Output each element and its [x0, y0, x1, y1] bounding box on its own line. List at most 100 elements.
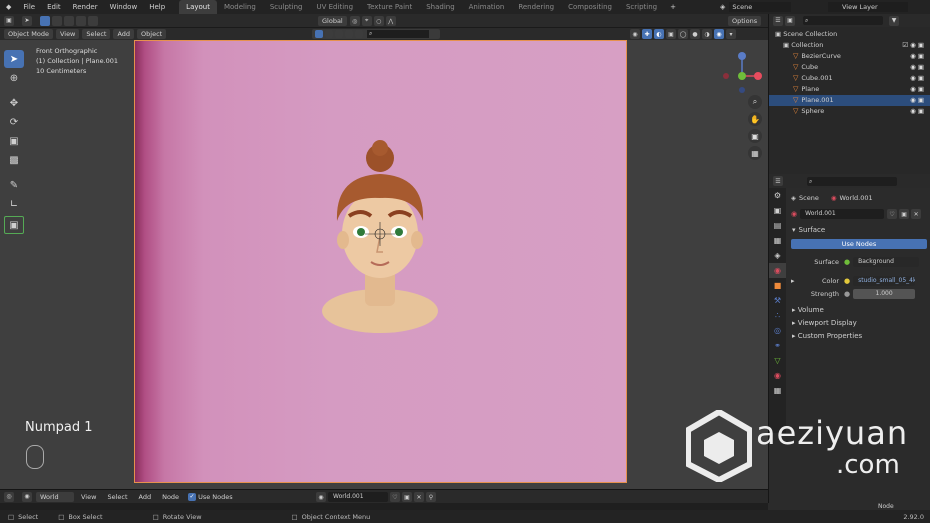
shader-type-icon[interactable]: ◉	[22, 491, 32, 502]
shader-editor-icon[interactable]: ◎	[4, 491, 14, 502]
falloff-icon[interactable]: ⋀	[385, 16, 396, 26]
tab-scripting[interactable]: Scripting	[619, 0, 664, 14]
properties-search-icon[interactable]: ⌕	[807, 176, 897, 186]
perspective-grid-icon[interactable]: ▦	[748, 146, 762, 160]
outliner-item-cube[interactable]: ▽ Cube ◉ ▣	[769, 62, 930, 73]
annotate-tool-icon[interactable]: ✎	[4, 176, 24, 194]
pivot-point-icon[interactable]: ◎	[349, 16, 360, 26]
select-mode-new-icon[interactable]	[40, 15, 50, 26]
visibility-icons[interactable]: ◉ ▣	[910, 95, 924, 106]
outliner-item-cube-001[interactable]: ▽ Cube.001 ◉ ▣	[769, 73, 930, 84]
custom-properties-section-header[interactable]: ▸ Custom Properties	[787, 330, 930, 343]
scene-tab-icon[interactable]: ◈	[769, 248, 786, 263]
volume-section-header[interactable]: ▸ Volume	[787, 304, 930, 317]
overlay-toggle-icon[interactable]: ◐	[654, 29, 664, 39]
visibility-icon[interactable]: ◉	[630, 29, 640, 39]
camera-view-icon[interactable]: ▣	[748, 129, 762, 143]
visibility-icons[interactable]: ◉ ▣	[910, 62, 924, 73]
select-mode-invert-icon[interactable]	[76, 15, 86, 26]
color-texture-field[interactable]: studio_small_05_4k...	[853, 276, 916, 286]
filter-light-icon[interactable]	[335, 30, 343, 38]
tool-tab-icon[interactable]: ⚙	[769, 188, 786, 203]
node-select-menu[interactable]: Select	[103, 492, 131, 502]
filter-icon[interactable]: ▼	[889, 15, 899, 26]
fake-user-icon[interactable]: ♡	[887, 209, 898, 219]
unlink-icon[interactable]: ✕	[414, 492, 424, 502]
select-mode-extend-icon[interactable]	[52, 15, 62, 26]
add-cube-tool-icon[interactable]: ▣	[4, 216, 24, 234]
tab-animation[interactable]: Animation	[462, 0, 512, 14]
constraints-tab-icon[interactable]: ⚭	[769, 338, 786, 353]
proportional-edit-icon[interactable]: ○	[373, 16, 384, 26]
viewport-filter-bar[interactable]: ⌕	[312, 29, 440, 39]
filter-mesh-icon[interactable]	[325, 30, 333, 38]
scene-name[interactable]: Scene	[729, 2, 792, 12]
display-mode-icon[interactable]: ▣	[785, 15, 795, 26]
outliner-item-beziercurve[interactable]: ▽ BezierCurve ◉ ▣	[769, 51, 930, 62]
texture-tab-icon[interactable]: ▦	[769, 383, 786, 398]
properties-editor-icon[interactable]: ☰	[773, 176, 783, 186]
add-workspace-button[interactable]: +	[664, 0, 682, 14]
collection-visibility-icons[interactable]: ☑ ◉ ▣	[902, 40, 924, 51]
node-menu[interactable]: Node	[158, 492, 183, 502]
world-datablock-field[interactable]: World.001	[800, 209, 885, 219]
navigation-gizmo[interactable]	[720, 46, 764, 94]
material-tab-icon[interactable]: ◉	[769, 368, 786, 383]
scale-tool-icon[interactable]: ▣	[4, 132, 24, 150]
menu-window[interactable]: Window	[104, 0, 144, 14]
gizmo-toggle-icon[interactable]: ✚	[642, 29, 652, 39]
filter-other-icon[interactable]	[355, 30, 363, 38]
select-mode-subtract-icon[interactable]	[64, 15, 74, 26]
transform-tool-icon[interactable]: ▩	[4, 151, 24, 169]
viewport-display-section-header[interactable]: ▸ Viewport Display	[787, 317, 930, 330]
scene-collection-row[interactable]: ▣ Scene Collection	[769, 29, 930, 40]
outliner-item-plane-001[interactable]: ▽ Plane.001 ◉ ▣	[769, 95, 930, 106]
filter-object-icon[interactable]	[315, 30, 323, 38]
visibility-icons[interactable]: ◉ ▣	[910, 73, 924, 84]
object-tab-icon[interactable]: ■	[769, 278, 786, 293]
menu-edit[interactable]: Edit	[41, 0, 67, 14]
shading-wireframe-icon[interactable]: ◯	[678, 29, 688, 39]
3d-viewport[interactable]: ➤ ⊕ ✥ ⟳ ▣ ▩ ✎ ∟ ▣ Front Orthographic (1)…	[0, 40, 768, 489]
outliner-editor-icon[interactable]: ☰	[773, 15, 783, 26]
node-sidebar-label[interactable]: Node	[878, 503, 894, 510]
tab-rendering[interactable]: Rendering	[511, 0, 561, 14]
add-menu[interactable]: Add	[113, 29, 135, 39]
measure-tool-icon[interactable]: ∟	[4, 195, 24, 213]
tab-layout[interactable]: Layout	[179, 0, 217, 14]
tab-texture-paint[interactable]: Texture Paint	[360, 0, 419, 14]
cursor-tool-icon[interactable]: ⊕	[4, 69, 24, 87]
visibility-icons[interactable]: ◉ ▣	[910, 84, 924, 95]
pin-icon[interactable]: ⚲	[426, 492, 436, 502]
data-tab-icon[interactable]: ▽	[769, 353, 786, 368]
world-browse-icon[interactable]: ◉	[316, 492, 326, 502]
visibility-icons[interactable]: ◉ ▣	[910, 51, 924, 62]
node-editor-strip[interactable]	[0, 503, 768, 510]
tab-uv-editing[interactable]: UV Editing	[310, 0, 361, 14]
options-dropdown[interactable]: Options	[728, 16, 762, 26]
tab-compositing[interactable]: Compositing	[561, 0, 619, 14]
tab-modeling[interactable]: Modeling	[217, 0, 263, 14]
use-nodes-checkbox[interactable]: ✓	[188, 492, 197, 501]
transform-orientation-dropdown[interactable]: Global	[318, 16, 347, 26]
render-tab-icon[interactable]: ▣	[769, 203, 786, 218]
use-nodes-button[interactable]: Use Nodes	[791, 239, 927, 249]
outliner-search-icon[interactable]: ⌕	[803, 16, 883, 25]
duplicate-icon[interactable]: ▣	[402, 492, 412, 502]
select-tool-icon[interactable]: ➤	[22, 15, 32, 26]
strength-input[interactable]: 1.000	[853, 289, 916, 299]
node-add-menu[interactable]: Add	[135, 492, 156, 502]
zoom-icon[interactable]: ⌕	[748, 95, 762, 109]
shading-material-icon[interactable]: ◑	[702, 29, 712, 39]
menu-file[interactable]: File	[17, 0, 41, 14]
blender-logo-icon[interactable]: ◆	[0, 0, 17, 14]
modifier-tab-icon[interactable]: ⚒	[769, 293, 786, 308]
view-layer-tab-icon[interactable]: ▦	[769, 233, 786, 248]
menu-help[interactable]: Help	[143, 0, 171, 14]
particles-tab-icon[interactable]: ∴	[769, 308, 786, 323]
shader-type-dropdown[interactable]: World	[36, 491, 74, 502]
view-layer-selector[interactable]: View Layer	[828, 2, 908, 12]
select-menu[interactable]: Select	[82, 29, 111, 39]
world-tab-icon[interactable]: ◉	[769, 263, 786, 278]
view-menu[interactable]: View	[55, 29, 80, 39]
